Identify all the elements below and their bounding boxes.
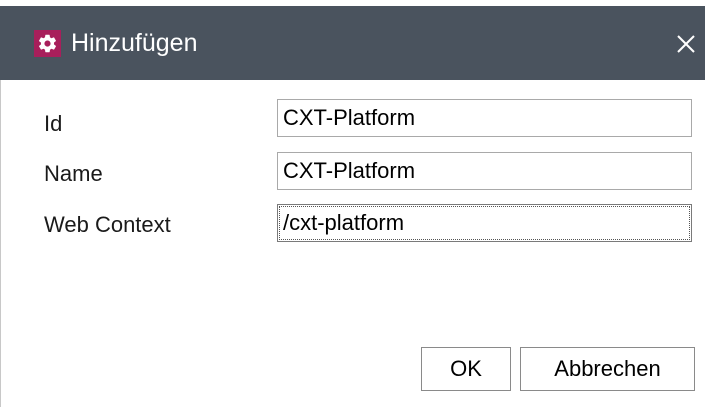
dialog-titlebar[interactable]: Hinzufügen (0, 6, 705, 80)
name-field[interactable] (277, 152, 692, 190)
web-context-field[interactable] (277, 204, 692, 242)
add-dialog: Hinzufügen Id Name Web Context OK Abbrec… (0, 0, 705, 407)
gear-icon (34, 30, 61, 57)
ok-button[interactable]: OK (421, 347, 511, 391)
dialog-title: Hinzufügen (71, 29, 198, 57)
cancel-button[interactable]: Abbrechen (520, 347, 695, 391)
name-label: Name (44, 161, 103, 186)
id-field[interactable] (277, 99, 692, 137)
dialog-border (0, 80, 1, 407)
close-icon (677, 35, 695, 53)
web-context-label: Web Context (44, 212, 171, 237)
close-button[interactable] (670, 28, 702, 60)
id-label: Id (44, 111, 63, 136)
